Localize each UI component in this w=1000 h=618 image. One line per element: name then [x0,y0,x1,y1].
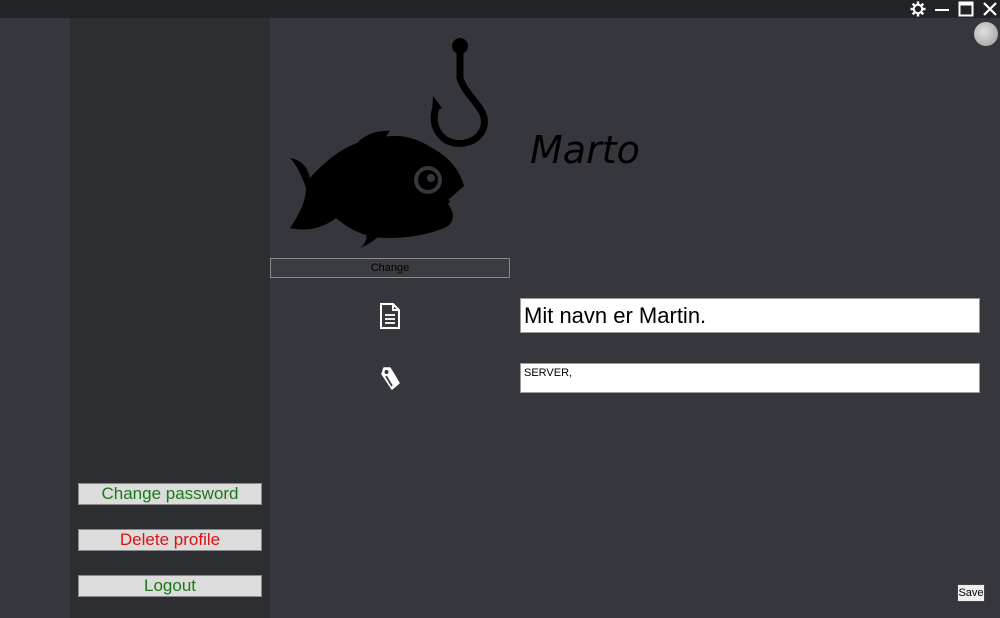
document-icon [378,302,402,330]
scroll-thumb[interactable] [974,22,998,46]
tags-field[interactable]: SERVER, [520,363,980,393]
sidebar: Change password Delete profile Logout [70,18,270,618]
logout-button[interactable]: Logout [78,575,262,597]
maximize-icon[interactable] [955,0,977,18]
change-password-button[interactable]: Change password [78,483,262,505]
gear-icon[interactable] [907,0,929,18]
tag-icon [378,364,402,392]
left-margin [0,18,70,618]
description-field[interactable]: Mit navn er Martin. [520,298,980,333]
close-icon[interactable] [979,0,1000,18]
delete-profile-button[interactable]: Delete profile [78,529,262,551]
minimize-icon[interactable] [931,0,953,18]
change-avatar-button[interactable]: Change [270,258,510,278]
username: Marto [530,128,640,172]
title-bar [0,0,1000,18]
fish-hook-avatar-icon [290,38,488,248]
profile-avatar [270,18,510,258]
save-button[interactable]: Save [957,584,985,602]
